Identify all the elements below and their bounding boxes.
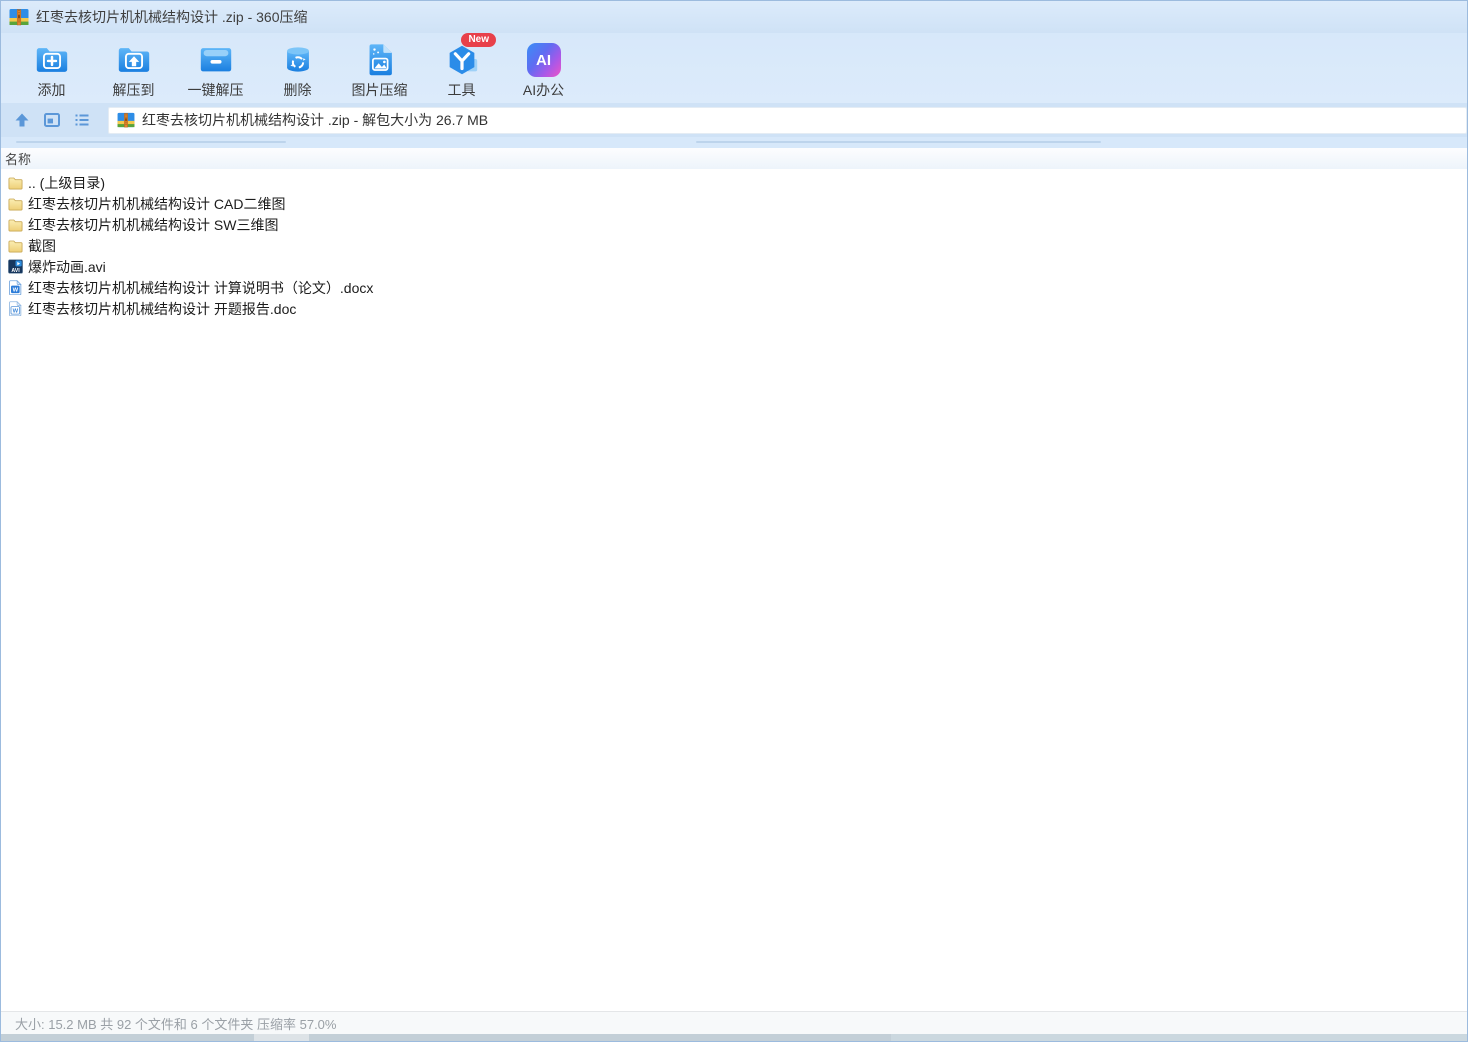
- title-bar[interactable]: 红枣去核切片机机械结构设计 .zip - 360压缩: [1, 1, 1467, 33]
- zip-archive-icon: [9, 8, 29, 26]
- icon-view-icon[interactable]: [43, 111, 61, 129]
- extract-to-label: 解压到: [112, 82, 155, 98]
- app-window: 红枣去核切片机机械结构设计 .zip - 360压缩 添加 解压到 一键解压 删…: [0, 0, 1468, 1042]
- add-folder-icon: [36, 48, 67, 72]
- folder-icon: [8, 175, 23, 190]
- up-icon[interactable]: [13, 111, 31, 129]
- tools-button[interactable]: New 工具: [424, 33, 499, 100]
- list-view-icon[interactable]: [73, 111, 91, 129]
- file-name: 红枣去核切片机机械结构设计 SW三维图: [28, 216, 279, 233]
- bottom-edge-segment: [254, 1034, 309, 1041]
- file-row[interactable]: .. (上级目录): [1, 172, 1467, 193]
- ai-office-button[interactable]: AI AI办公: [506, 36, 581, 100]
- extract-to-button[interactable]: 解压到: [96, 36, 171, 100]
- tools-label: 工具: [447, 82, 476, 98]
- file-row[interactable]: 爆炸动画.avi: [1, 256, 1467, 277]
- zip-archive-icon: [117, 112, 135, 128]
- add-button[interactable]: 添加: [14, 36, 89, 100]
- file-name: 红枣去核切片机机械结构设计 开题报告.doc: [28, 300, 297, 317]
- one-click-extract-label: 一键解压: [187, 82, 244, 98]
- column-header-name[interactable]: 名称: [1, 148, 1467, 169]
- path-input[interactable]: 红枣去核切片机机械结构设计 .zip - 解包大小为 26.7 MB: [108, 106, 1467, 134]
- folder-icon: [8, 238, 23, 253]
- ai-office-label: AI办公: [522, 82, 565, 98]
- status-text: 大小: 15.2 MB 共 92 个文件和 6 个文件夹 压缩率 57.0%: [15, 1016, 337, 1032]
- bottom-edge-segment: [891, 1034, 1467, 1041]
- file-row[interactable]: 红枣去核切片机机械结构设计 开题报告.doc: [1, 298, 1467, 319]
- file-name: 红枣去核切片机机械结构设计 计算说明书（论文）.docx: [28, 279, 374, 296]
- delete-label: 删除: [283, 82, 312, 98]
- toolbar-separator: [1, 137, 1467, 148]
- add-label: 添加: [37, 82, 66, 98]
- address-bar: 红枣去核切片机机械结构设计 .zip - 解包大小为 26.7 MB: [1, 103, 1467, 137]
- avi-icon: [8, 259, 23, 274]
- window-title: 红枣去核切片机机械结构设计 .zip - 360压缩: [36, 9, 308, 25]
- file-name: .. (上级目录): [28, 174, 105, 191]
- bottom-edge: [1, 1034, 1467, 1041]
- path-text: 红枣去核切片机机械结构设计 .zip - 解包大小为 26.7 MB: [142, 112, 489, 128]
- folder-icon: [8, 217, 23, 232]
- delete-trash-icon: [286, 47, 309, 72]
- file-list: .. (上级目录) 红枣去核切片机机械结构设计 CAD二维图 红枣去核切片机机械…: [1, 169, 1467, 1011]
- image-compress-label: 图片压缩: [351, 82, 408, 98]
- docx-icon: [8, 280, 23, 295]
- one-click-extract-button[interactable]: 一键解压: [178, 36, 253, 100]
- ai-office-icon: AI: [526, 43, 561, 77]
- status-bar: 大小: 15.2 MB 共 92 个文件和 6 个文件夹 压缩率 57.0%: [1, 1011, 1467, 1034]
- file-name: 红枣去核切片机机械结构设计 CAD二维图: [28, 195, 286, 212]
- new-badge: New: [461, 33, 496, 47]
- file-name: 爆炸动画.avi: [28, 258, 106, 275]
- file-row[interactable]: 截图: [1, 235, 1467, 256]
- file-name: 截图: [28, 237, 56, 254]
- doc-icon: [8, 301, 23, 316]
- folder-icon: [8, 196, 23, 211]
- image-compress-button[interactable]: 图片压缩: [342, 36, 417, 100]
- one-click-extract-icon: [200, 48, 231, 72]
- file-row[interactable]: 红枣去核切片机机械结构设计 CAD二维图: [1, 193, 1467, 214]
- file-row[interactable]: 红枣去核切片机机械结构设计 计算说明书（论文）.docx: [1, 277, 1467, 298]
- delete-button[interactable]: 删除: [260, 36, 335, 100]
- extract-to-icon: [118, 48, 149, 72]
- file-row[interactable]: 红枣去核切片机机械结构设计 SW三维图: [1, 214, 1467, 235]
- toolbar: 添加 解压到 一键解压 删除 图片压缩 New 工具 AI AI办公: [1, 33, 1467, 103]
- image-compress-icon: [369, 44, 392, 76]
